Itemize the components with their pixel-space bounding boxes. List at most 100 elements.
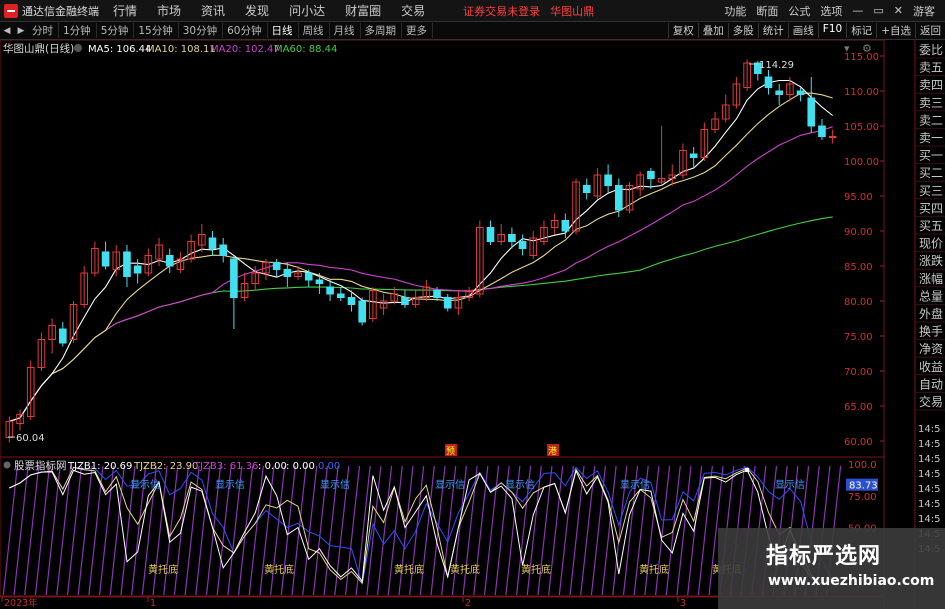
settings-icon[interactable] (74, 44, 82, 52)
side-time-label: 14:5 (918, 454, 940, 465)
candle-body (828, 136, 837, 138)
side-tab-label: 买一 (919, 149, 943, 163)
osc-signal-dot (745, 468, 750, 473)
indicator-stripe (98, 465, 115, 596)
f10-button[interactable]: F10 (817, 23, 846, 38)
sub-y-tick-label: 100.0 (848, 460, 877, 471)
main-panel-label: 华图山鼎(日线) (3, 42, 74, 55)
menu-function[interactable]: 功能 (724, 3, 746, 19)
restore-icon[interactable]: ▭ (873, 4, 883, 17)
overlay-button[interactable]: 叠加 (697, 23, 728, 38)
period-tab-15min[interactable]: 15分钟 (134, 23, 179, 38)
period-tab-60min[interactable]: 60分钟 (223, 23, 268, 38)
candles-layer (5, 59, 837, 443)
side-tab-label: 卖三 (919, 96, 943, 110)
high-price-label: 114.29 (759, 60, 794, 71)
stats-button[interactable]: 统计 (757, 23, 788, 38)
menu-news[interactable]: 资讯 (201, 2, 225, 19)
candle-body (796, 90, 805, 95)
period-tab-daily[interactable]: 日线 (268, 23, 299, 38)
signal-label-blue: 显示信 (320, 479, 350, 491)
side-tab-label: 自动 (919, 377, 943, 391)
period-tab-5min[interactable]: 5分钟 (97, 23, 135, 38)
ma60-line (9, 216, 833, 422)
menu-quotes[interactable]: 行情 (113, 2, 137, 19)
kline-chart[interactable]: 显示信显示信显示信显示信显示信显示信显示信黄托底黄托底黄托底黄托底黄托底黄托底黄… (0, 40, 945, 609)
signal-label-yellow: 黄托底 (521, 563, 551, 576)
next-arrow-icon[interactable]: ▶ (16, 25, 26, 37)
candle-body (401, 297, 409, 305)
side-tab-label: 卖四 (919, 78, 943, 92)
indicator-stripe (590, 465, 607, 596)
back-button[interactable]: 返回 (915, 23, 945, 38)
indicator-stripe (109, 465, 125, 596)
candle-body (647, 171, 655, 179)
ma20-label: MA20: 102.47 (210, 44, 280, 55)
login-notice[interactable]: 证券交易未登录 (463, 3, 540, 19)
indicator-stripe (558, 465, 574, 596)
candle-body (315, 279, 324, 284)
side-tab-label: 买五 (919, 219, 943, 233)
indicator-layer: 显示信显示信显示信显示信显示信显示信显示信黄托底黄托底黄托底黄托底黄托底黄托底黄… (2, 465, 842, 596)
side-tab-label: 买四 (919, 201, 943, 215)
period-tab-monthly[interactable]: 月线 (330, 23, 361, 38)
period-tab-weekly[interactable]: 周线 (299, 23, 330, 38)
indicator-stripe (302, 465, 318, 596)
side-tab-label: 换手 (919, 325, 943, 339)
minimize-icon[interactable]: — (852, 4, 863, 17)
sub-panel-icon[interactable] (3, 461, 11, 469)
side-tab-label: 现价 (919, 237, 943, 251)
draw-line-button[interactable]: 画线 (787, 23, 818, 38)
candle-body (336, 293, 345, 298)
side-time-label: 14:5 (918, 424, 940, 435)
indicator-stripe (248, 465, 264, 596)
current-value-label: 83.73 (849, 481, 878, 492)
period-tab-more[interactable]: 更多 (402, 23, 433, 38)
signal-label-blue: 显示信 (130, 479, 160, 491)
period-toolbar: ◀ ▶ 分时 1分钟 5分钟 15分钟 30分钟 60分钟 日线 周线 月线 多… (0, 22, 945, 40)
side-time-label: 14:5 (918, 499, 940, 510)
candle-body (219, 244, 228, 256)
signal-label-yellow: 黄托底 (148, 563, 178, 576)
period-tab-1min[interactable]: 1分钟 (59, 23, 97, 38)
period-tab-30min[interactable]: 30分钟 (179, 23, 224, 38)
menu-formula[interactable]: 公式 (788, 3, 810, 19)
menu-section[interactable]: 断面 (756, 3, 778, 19)
watermark: 指标严选网 www.xuezhibiao.com (718, 528, 945, 609)
sub-panel-label: 股票指标网 (14, 459, 67, 472)
side-tab-label: 收益 (919, 360, 943, 374)
y-tick-label: 90.00 (844, 227, 873, 238)
menu-discover[interactable]: 发现 (245, 2, 269, 19)
watermark-title: 指标严选网 (766, 544, 882, 569)
mark-button[interactable]: 标记 (846, 23, 876, 38)
side-tab-label: 涨幅 (919, 271, 943, 286)
prev-arrow-icon[interactable]: ◀ (2, 25, 12, 37)
signal-label-yellow: 黄托底 (450, 563, 480, 576)
menu-ask[interactable]: 问小达 (289, 2, 325, 19)
tjzb2-label: TJZB2: 23.90 (133, 461, 198, 472)
title-bar: 通达信金融终端 行情 市场 资讯 发现 问小达 财富圈 交易 证券交易未登录 华… (0, 0, 945, 22)
period-tab-timeshare[interactable]: 分时 (28, 23, 59, 38)
y-tick-label: 60.00 (844, 437, 873, 448)
restore-rights-button[interactable]: 复权 (667, 23, 698, 38)
candle-body (561, 220, 570, 232)
candle-body (165, 255, 174, 267)
close-icon[interactable]: ✕ (894, 4, 903, 17)
menu-market[interactable]: 市场 (157, 2, 181, 19)
candle-body (764, 76, 773, 88)
y-tick-label: 85.00 (844, 262, 873, 273)
multi-stock-button[interactable]: 多股 (727, 23, 758, 38)
period-tab-multi[interactable]: 多周期 (361, 23, 402, 38)
indicator-stripe (676, 465, 692, 596)
candle-body (433, 290, 441, 298)
candle-body (347, 297, 356, 305)
menu-wealth[interactable]: 财富圈 (345, 2, 381, 19)
panel-zoom-icon[interactable]: ▾ (844, 42, 850, 55)
signal-label-blue: 显示信 (620, 479, 650, 491)
guest-label[interactable]: 游客 (913, 3, 935, 19)
menu-trade[interactable]: 交易 (401, 2, 425, 19)
side-tab-label: 总量 (919, 289, 943, 303)
panel-settings-icon[interactable]: ⚙ (862, 42, 872, 55)
menu-options[interactable]: 选项 (820, 3, 842, 19)
add-watchlist-button[interactable]: +自选 (876, 23, 915, 38)
